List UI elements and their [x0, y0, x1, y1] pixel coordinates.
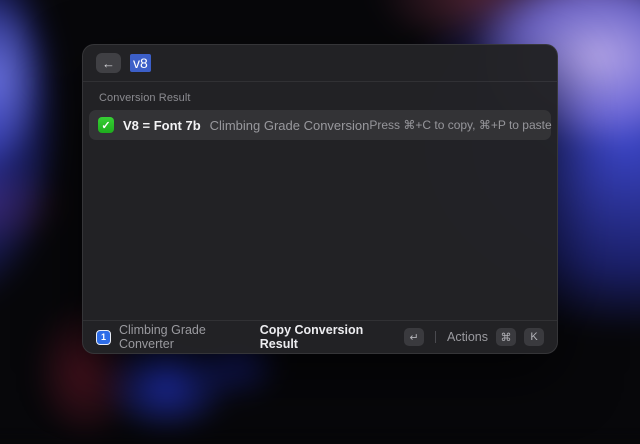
result-hint: Press ⌘+C to copy, ⌘+P to paste: [369, 118, 551, 132]
search-bar: ← v8: [83, 45, 557, 82]
k-key-badge[interactable]: K: [524, 328, 544, 346]
arrow-left-icon: ←: [102, 56, 115, 71]
result-title: V8 = Font 7b: [123, 118, 201, 133]
check-icon: ✓: [98, 117, 114, 133]
launcher-window: ← v8 Conversion Result ✓ V8 = Font 7b Cl…: [82, 44, 558, 354]
back-button[interactable]: ←: [96, 53, 121, 73]
result-subtitle: Climbing Grade Conversion: [210, 118, 370, 133]
app-icon: 1: [96, 330, 111, 345]
footer-divider: [435, 331, 436, 343]
search-input-value: v8: [130, 54, 151, 72]
result-row[interactable]: ✓ V8 = Font 7b Climbing Grade Conversion…: [89, 110, 551, 140]
footer-bar: 1 Climbing Grade Converter Copy Conversi…: [83, 320, 557, 353]
search-input[interactable]: v8: [130, 55, 151, 71]
actions-button[interactable]: Actions: [447, 330, 488, 344]
footer-actions: Copy Conversion Result ↵ Actions ⌘ K: [260, 323, 544, 351]
cmd-key-badge[interactable]: ⌘: [496, 328, 516, 346]
primary-action-button[interactable]: Copy Conversion Result: [260, 323, 396, 351]
app-name: Climbing Grade Converter: [119, 323, 260, 351]
return-key-badge[interactable]: ↵: [404, 328, 424, 346]
section-header: Conversion Result: [99, 92, 541, 104]
results-list: Conversion Result ✓ V8 = Font 7b Climbin…: [83, 82, 557, 320]
